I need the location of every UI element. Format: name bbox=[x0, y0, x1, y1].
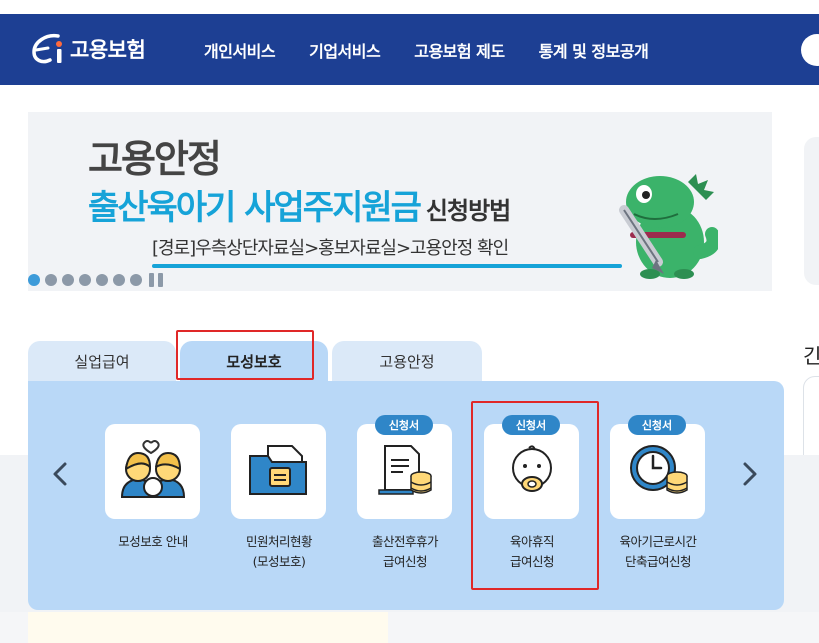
side-section-title: 긴 bbox=[803, 344, 819, 368]
promo-banner[interactable]: 고용안정 출산육아기 사업주지원금 신청방법 [경로]우측상단자료실>홍보자료실>… bbox=[28, 112, 772, 291]
side-card bbox=[804, 137, 819, 285]
slide-dot[interactable] bbox=[45, 274, 57, 286]
service-icon-box bbox=[231, 424, 326, 519]
prev-arrow-icon[interactable] bbox=[48, 460, 72, 488]
next-arrow-icon[interactable] bbox=[738, 460, 762, 488]
clock-coins-icon bbox=[627, 442, 689, 502]
banner-subtitle: 출산육아기 사업주지원금 신청방법 bbox=[88, 180, 511, 229]
service-label-line1: 모성보호 안내 bbox=[118, 534, 188, 549]
nav-personal-service[interactable]: 개인서비스 bbox=[204, 38, 276, 62]
nav-insurance-system[interactable]: 고용보험 제도 bbox=[414, 38, 505, 62]
service-label: 육아기근로시간 단축급여신청 bbox=[598, 532, 718, 572]
header-round-button[interactable] bbox=[801, 34, 819, 66]
slide-dot[interactable] bbox=[130, 274, 142, 286]
pause-icon[interactable] bbox=[149, 273, 163, 287]
service-label: 출산전후휴가 급여신청 bbox=[345, 532, 465, 572]
service-label-line2: (모성보호) bbox=[252, 554, 306, 569]
banner-title: 고용안정 bbox=[88, 137, 222, 181]
slide-dot[interactable] bbox=[96, 274, 108, 286]
banner-subtitle-main: 출산육아기 사업주지원금 bbox=[88, 188, 422, 228]
slide-dot[interactable] bbox=[62, 274, 74, 286]
main-nav: 개인서비스 기업서비스 고용보험 제도 통계 및 정보공개 bbox=[204, 14, 682, 85]
service-icon-box bbox=[357, 424, 452, 519]
tab-unemployment-benefit[interactable]: 실업급여 bbox=[28, 341, 176, 381]
service-label-line2: 단축급여신청 bbox=[624, 554, 692, 569]
banner-subtitle-suffix: 신청방법 bbox=[425, 197, 511, 225]
document-coins-icon bbox=[375, 442, 435, 502]
dinosaur-mascot-icon bbox=[588, 162, 721, 282]
service-label-line1: 육아기근로시간 bbox=[619, 534, 697, 549]
service-label: 모성보호 안내 bbox=[93, 532, 213, 552]
service-label: 민원처리현황 (모성보호) bbox=[219, 532, 339, 572]
slide-dot[interactable] bbox=[113, 274, 125, 286]
slide-dot[interactable] bbox=[28, 274, 40, 286]
nav-statistics[interactable]: 통계 및 정보공개 bbox=[539, 38, 649, 62]
logo-icon bbox=[28, 30, 66, 68]
service-label-line1: 출산전후휴가 bbox=[371, 534, 439, 549]
banner-underline bbox=[152, 264, 622, 268]
tab-highlight-box bbox=[176, 330, 314, 380]
family-icon bbox=[118, 439, 188, 505]
logo-text: 고용보험 bbox=[70, 38, 146, 62]
application-badge: 신청서 bbox=[375, 415, 433, 435]
service-icon-box bbox=[610, 424, 705, 519]
bottom-strip bbox=[0, 612, 819, 643]
application-badge: 신청서 bbox=[502, 415, 560, 435]
service-label-line2: 급여신청 bbox=[382, 554, 428, 569]
application-badge: 신청서 bbox=[628, 415, 686, 435]
service-label-line1: 민원처리현황 bbox=[245, 534, 313, 549]
service-icon-box bbox=[105, 424, 200, 519]
slide-dot[interactable] bbox=[79, 274, 91, 286]
slide-indicator bbox=[28, 273, 163, 287]
nav-business-service[interactable]: 기업서비스 bbox=[309, 38, 381, 62]
banner-path: [경로]우측상단자료실>홍보자료실>고용안정 확인 bbox=[152, 238, 509, 259]
tab-employment-stability[interactable]: 고용안정 bbox=[332, 341, 482, 381]
page: 고용보험 개인서비스 기업서비스 고용보험 제도 통계 및 정보공개 고용안정 … bbox=[0, 0, 819, 643]
folder-icon bbox=[246, 442, 312, 502]
bottom-card bbox=[28, 612, 388, 643]
top-header: 고용보험 개인서비스 기업서비스 고용보험 제도 통계 및 정보공개 bbox=[0, 14, 819, 85]
logo[interactable]: 고용보험 bbox=[28, 30, 146, 68]
